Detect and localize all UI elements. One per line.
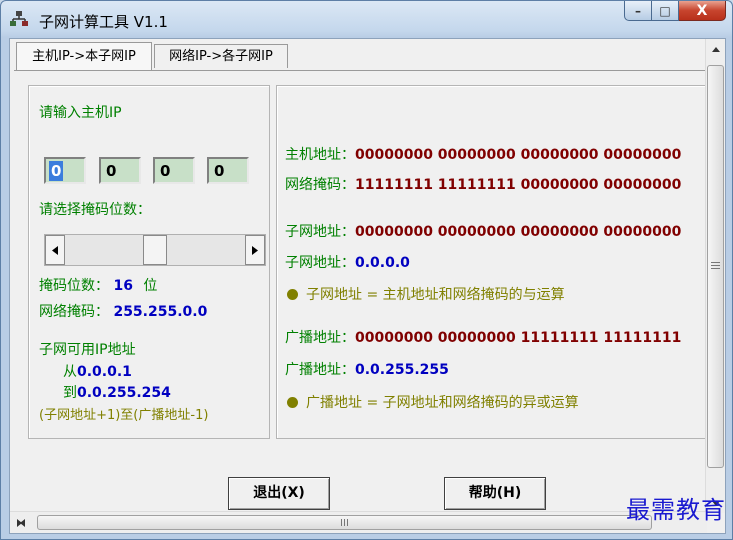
ip-prompt-label: 请输入主机IP — [39, 105, 122, 121]
usable-title: 子网可用IP地址 — [39, 342, 136, 358]
minimize-button[interactable]: – — [624, 1, 652, 21]
mask-bits-readout: 掩码位数： 16 位 — [39, 275, 157, 295]
subnet-note-row: 子网地址 = 主机地址和网络掩码的与运算 — [287, 284, 565, 304]
subnet-bits-row: 子网地址：00000000 00000000 00000000 00000000 — [285, 221, 681, 241]
mask-bits-slider[interactable] — [44, 234, 266, 266]
title-bar[interactable]: 子网计算工具 V1.1 – □ X — [1, 1, 733, 37]
help-button[interactable]: 帮助(H) — [444, 477, 546, 510]
exit-button[interactable]: 退出(X) — [228, 477, 330, 510]
to-label: 到 — [63, 385, 77, 401]
subnet-label: 子网地址： — [285, 224, 355, 240]
close-button[interactable]: X — [679, 1, 726, 21]
ip-octet-4-value: 0 — [214, 162, 225, 180]
ip-octet-4-input[interactable]: 0 — [207, 157, 249, 184]
slider-left-button[interactable] — [45, 235, 65, 265]
watermark-text: 最需教育 — [626, 496, 726, 524]
arrow-up-icon — [711, 46, 720, 52]
window-controls: – □ X — [624, 1, 726, 22]
bcast-ip-row: 广播地址：0.0.255.255 — [285, 359, 449, 379]
grip-icon — [711, 262, 720, 269]
netmask-readout: 网络掩码： 255.255.0.0 — [39, 301, 207, 321]
maximize-button[interactable]: □ — [652, 1, 679, 21]
app-window: 子网计算工具 V1.1 – □ X 主机IP->本子网IP 网络IP->各子网I… — [0, 0, 733, 540]
bcast-ip: 0.0.255.255 — [355, 362, 449, 378]
slider-right-button[interactable] — [245, 235, 265, 265]
netmask-value: 255.255.0.0 — [113, 304, 208, 320]
mask-bits-value: 16 — [113, 278, 133, 294]
host-label: 主机地址： — [285, 147, 355, 163]
grip-icon — [341, 519, 348, 526]
ip-octet-3-input[interactable]: 0 — [153, 157, 195, 184]
mask-label: 网络掩码： — [285, 177, 355, 193]
mask-bits: 11111111 11111111 00000000 00000000 — [355, 177, 682, 193]
ip-octet-1-value: 0 — [49, 161, 64, 181]
range-note: (子网地址+1)至(广播地址-1) — [39, 408, 209, 423]
bcast-label: 广播地址： — [285, 330, 355, 346]
from-label: 从 — [63, 364, 77, 380]
host-bits-row: 主机地址：00000000 00000000 00000000 00000000 — [285, 144, 681, 164]
mask-bits-row: 网络掩码：11111111 11111111 00000000 00000000 — [285, 174, 681, 194]
bcast-ip-label: 广播地址： — [285, 362, 355, 378]
bcast-note: 广播地址 = 子网地址和网络掩码的异或运算 — [306, 395, 579, 411]
ip-octet-1-input[interactable]: 0 — [44, 157, 86, 184]
ip-octet-2-input[interactable]: 0 — [99, 157, 141, 184]
from-value: 0.0.0.1 — [77, 364, 132, 380]
window-title: 子网计算工具 V1.1 — [39, 13, 168, 31]
arrow-right-icon — [17, 518, 22, 527]
mask-bits-label: 掩码位数： — [39, 278, 109, 294]
bcast-bits-row: 广播地址：00000000 00000000 11111111 11111111 — [285, 327, 681, 347]
netmask-label: 网络掩码： — [39, 304, 109, 320]
vertical-scroll-thumb[interactable] — [707, 65, 724, 468]
horizontal-scroll-thumb[interactable] — [37, 515, 652, 530]
ip-octet-2-value: 0 — [106, 162, 117, 180]
mask-bits-unit: 位 — [143, 278, 158, 294]
host-bits: 00000000 00000000 00000000 00000000 — [355, 147, 682, 163]
bullet-icon — [287, 289, 298, 300]
tab-host-to-subnet[interactable]: 主机IP->本子网IP — [16, 42, 152, 70]
usable-from: 从0.0.0.1 — [63, 361, 132, 381]
maximize-icon: □ — [659, 3, 671, 18]
subnet-bits: 00000000 00000000 00000000 00000000 — [355, 224, 682, 240]
arrow-left-icon — [52, 245, 58, 255]
close-icon: X — [696, 2, 708, 19]
bullet-icon — [287, 397, 298, 408]
subnet-ip: 0.0.0.0 — [355, 255, 410, 271]
tab-page: 请输入主机IP 0 0 0 0 请选择掩码位数： 掩码位数： 16 位 网络掩码… — [14, 70, 716, 510]
subnet-ip-label: 子网地址： — [285, 255, 355, 271]
slider-thumb[interactable] — [143, 235, 167, 265]
scroll-up-button[interactable] — [706, 39, 725, 59]
bcast-bits: 00000000 00000000 11111111 11111111 — [355, 330, 682, 346]
vertical-scrollbar[interactable] — [705, 39, 725, 513]
scroll-right-button[interactable] — [10, 512, 29, 533]
subnet-ip-row: 子网地址：0.0.0.0 — [285, 252, 410, 272]
app-network-icon — [10, 11, 28, 26]
horizontal-scrollbar[interactable] — [10, 511, 707, 533]
to-value: 0.0.255.254 — [77, 385, 171, 401]
subnet-note: 子网地址 = 主机地址和网络掩码的与运算 — [306, 287, 565, 303]
mask-prompt-label: 请选择掩码位数： — [39, 202, 151, 218]
usable-to: 到0.0.255.254 — [63, 382, 171, 402]
client-area: 主机IP->本子网IP 网络IP->各子网IP 请输入主机IP 0 0 0 0 … — [9, 38, 726, 534]
minimize-icon: – — [635, 3, 641, 18]
ip-octet-3-value: 0 — [160, 162, 171, 180]
arrow-right-icon — [252, 245, 258, 255]
bcast-note-row: 广播地址 = 子网地址和网络掩码的异或运算 — [287, 392, 579, 412]
tab-network-to-subnets[interactable]: 网络IP->各子网IP — [154, 44, 288, 68]
